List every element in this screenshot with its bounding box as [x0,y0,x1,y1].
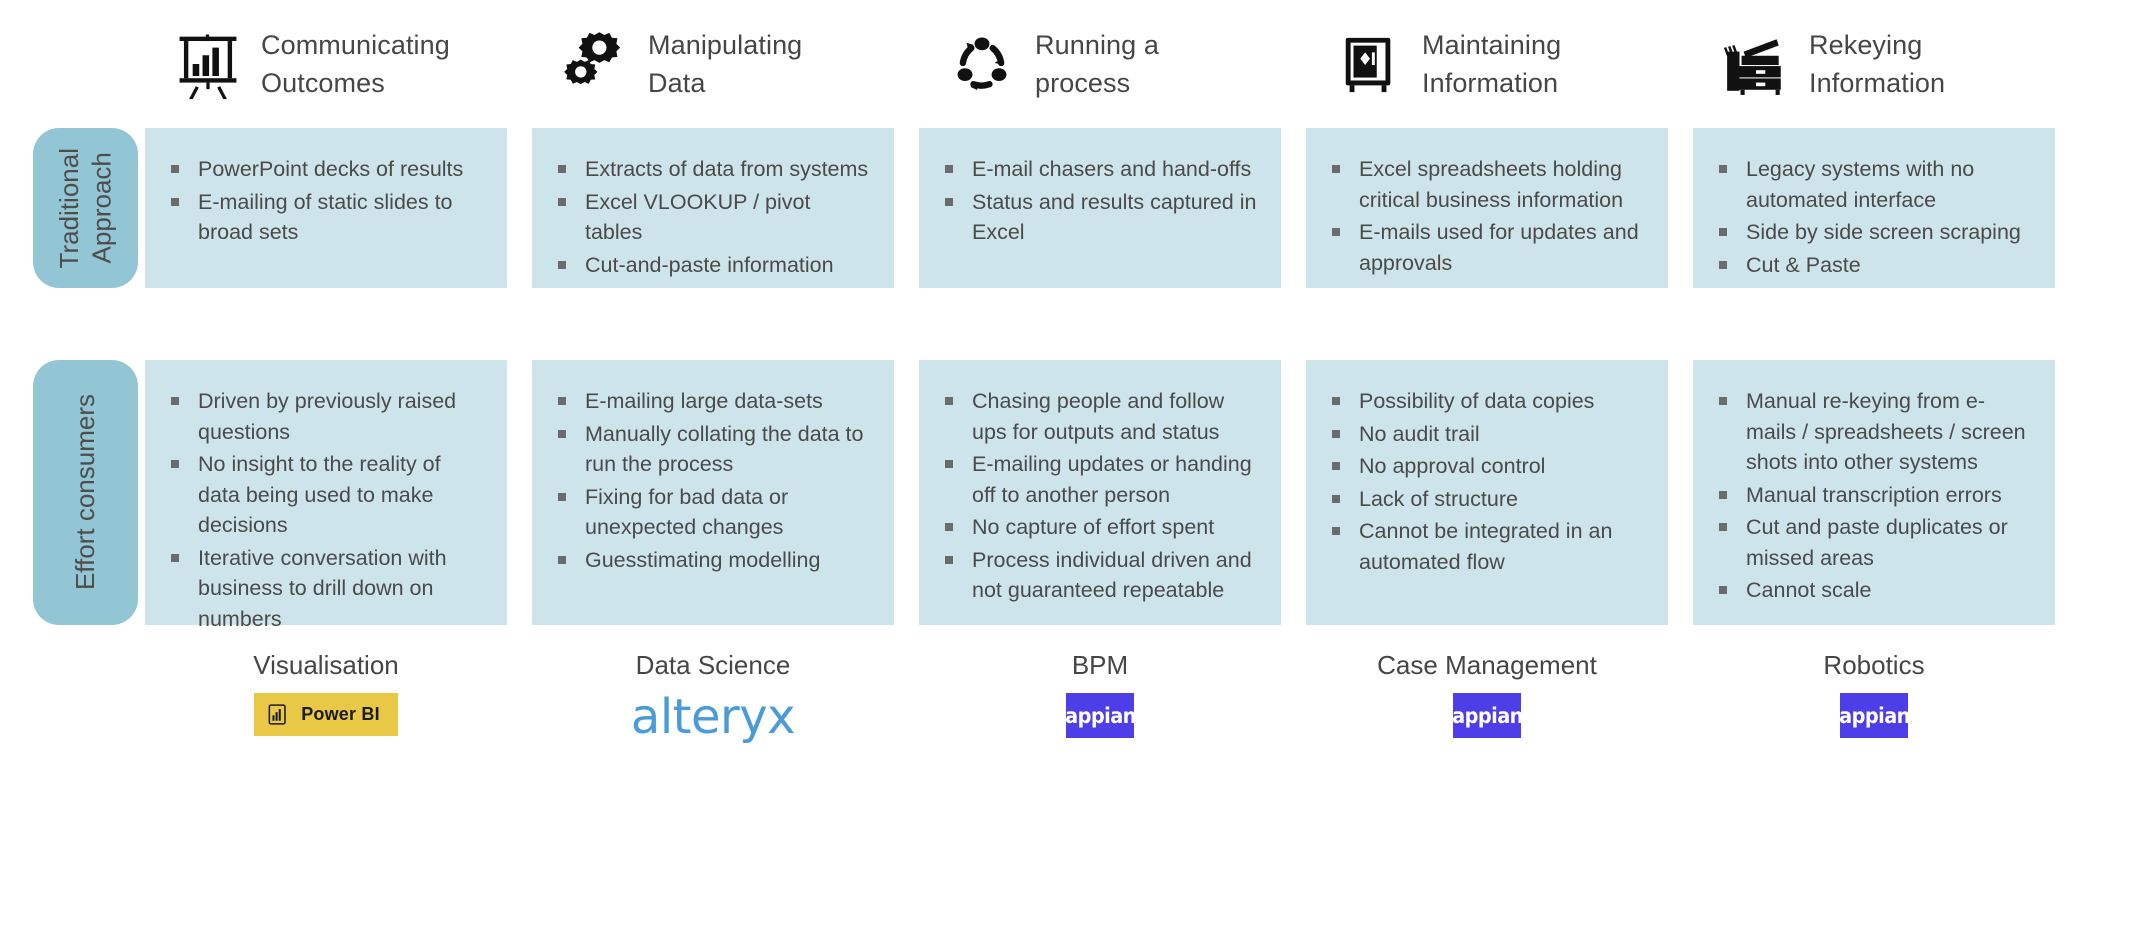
footer-data-science: Data Science alteryx [532,640,919,766]
list-item: Manual re-keying from e-mails / spreadsh… [1715,386,2033,478]
footer-bpm: BPM appian [919,640,1306,766]
powerbi-mark-icon [268,704,286,725]
list-item: No insight to the reality of data being … [167,449,485,541]
list-item: Iterative conversation with business to … [167,543,485,635]
cell-effort-communicating-outcomes: Driven by previously raised questions No… [145,360,507,631]
powerbi-logo: Power BI [254,693,398,736]
appian-logo: appian [1064,693,1136,738]
printer-copier-icon [1719,27,1793,101]
footer-title: Data Science [635,650,791,680]
cell-traditional-rekeying-information: Legacy systems with no automated interfa… [1693,128,2055,288]
list-item: No capture of effort spent [941,512,1259,543]
safe-vault-icon [1332,27,1406,101]
list-item: Cannot be integrated in an automated flo… [1328,516,1646,577]
list-item: No audit trail [1328,419,1646,450]
column-header-label: Communicating Outcomes [261,29,450,98]
list-item: Cannot scale [1715,575,2033,606]
bullet-list: Legacy systems with no automated interfa… [1715,154,2033,280]
column-header-label: Rekeying Information [1809,29,1946,98]
column-header-label: Maintaining Information [1422,29,1562,98]
list-item: Cut-and-paste information [554,250,872,281]
footer-title: Robotics [1823,650,1925,680]
list-item: No approval control [1328,451,1646,482]
header-corner-spacer [0,0,145,128]
cell-traditional-manipulating-data: Extracts of data from systems Excel VLOO… [532,128,894,288]
footer-robotics: Robotics appian [1693,640,2080,766]
list-item: Guesstimating modelling [554,545,872,576]
cell-traditional-maintaining-information: Excel spreadsheets holding critical busi… [1306,128,1668,288]
list-item: Manually collating the data to run the p… [554,419,872,480]
list-item: E-mailing updates or handing off to anot… [941,449,1259,510]
list-item: Cut and paste duplicates or missed areas [1715,512,2033,573]
list-item: E-mails used for updates and approvals [1328,217,1646,278]
bullet-list: Manual re-keying from e-mails / spreadsh… [1715,386,2033,606]
appian-logo-text: appian [1451,703,1523,728]
list-item: Driven by previously raised questions [167,386,485,447]
list-item: Fixing for bad data or unexpected change… [554,482,872,543]
appian-logo-text: appian [1064,703,1136,728]
appian-logo: appian [1451,693,1523,738]
footer-case-management: Case Management appian [1306,640,1693,766]
list-item: Chasing people and follow ups for output… [941,386,1259,447]
list-item: Excel VLOOKUP / pivot tables [554,187,872,248]
list-item: Manual transcription errors [1715,480,2033,511]
bullet-list: Extracts of data from systems Excel VLOO… [554,154,872,280]
bullet-list: Driven by previously raised questions No… [167,386,485,634]
list-item: Legacy systems with no automated interfa… [1715,154,2033,215]
bullet-list: Chasing people and follow ups for output… [941,386,1259,606]
row-label-traditional-approach: Traditional Approach [33,128,138,288]
bullet-list: E-mailing large data-sets Manually colla… [554,386,872,575]
cell-effort-maintaining-information: Possibility of data copies No audit trai… [1306,360,1668,625]
bullet-list: Excel spreadsheets holding critical busi… [1328,154,1646,278]
column-header-manipulating-data: Manipulating Data [532,0,919,128]
cell-traditional-running-a-process: E-mail chasers and hand-offs Status and … [919,128,1281,288]
powerbi-logo-text: Power BI [301,704,380,724]
bullet-list: Possibility of data copies No audit trai… [1328,386,1646,577]
footer-corner-spacer [0,640,145,766]
row-label-text: Traditional Approach [54,147,117,269]
gears-icon [558,27,632,101]
presentation-chart-icon [171,27,245,101]
process-cycle-icon [945,27,1019,101]
cell-effort-running-a-process: Chasing people and follow ups for output… [919,360,1281,625]
column-header-communicating-outcomes: Communicating Outcomes [145,0,532,128]
appian-logo: appian [1838,693,1910,738]
list-item: Side by side screen scraping [1715,217,2033,248]
cell-traditional-communicating-outcomes: PowerPoint decks of results E-mailing of… [145,128,507,288]
list-item: E-mailing large data-sets [554,386,872,417]
column-header-maintaining-information: Maintaining Information [1306,0,1693,128]
column-header-label: Manipulating Data [648,29,803,98]
list-item: E-mailing of static slides to broad sets [167,187,485,248]
column-header-rekeying-information: Rekeying Information [1693,0,2080,128]
list-item: Status and results captured in Excel [941,187,1259,248]
list-item: Excel spreadsheets holding critical busi… [1328,154,1646,215]
comparison-grid: Communicating Outcomes Manipulating Data [0,0,2138,926]
cell-effort-rekeying-information: Manual re-keying from e-mails / spreadsh… [1693,360,2055,625]
list-item: Possibility of data copies [1328,386,1646,417]
list-item: Lack of structure [1328,484,1646,515]
list-item: PowerPoint decks of results [167,154,485,185]
appian-logo-text: appian [1838,703,1910,728]
column-header-label: Running a process [1035,29,1159,98]
list-item: E-mail chasers and hand-offs [941,154,1259,185]
list-item: Process individual driven and not guaran… [941,545,1259,606]
footer-title: BPM [1071,650,1129,680]
bullet-list: PowerPoint decks of results E-mailing of… [167,154,485,248]
row-label-effort-consumers: Effort consumers [33,360,138,625]
cell-effort-manipulating-data: E-mailing large data-sets Manually colla… [532,360,894,625]
list-item: Cut & Paste [1715,250,2033,281]
alteryx-logo: alteryx [630,689,796,745]
capability-comparison-board: Communicating Outcomes Manipulating Data [0,0,2138,926]
row-label-text: Effort consumers [70,394,101,591]
footer-title: Case Management [1377,650,1597,680]
footer-visualisation: Visualisation Power BI [145,640,532,766]
bullet-list: E-mail chasers and hand-offs Status and … [941,154,1259,248]
footer-title: Visualisation [253,650,399,680]
list-item: Extracts of data from systems [554,154,872,185]
column-header-running-a-process: Running a process [919,0,1306,128]
